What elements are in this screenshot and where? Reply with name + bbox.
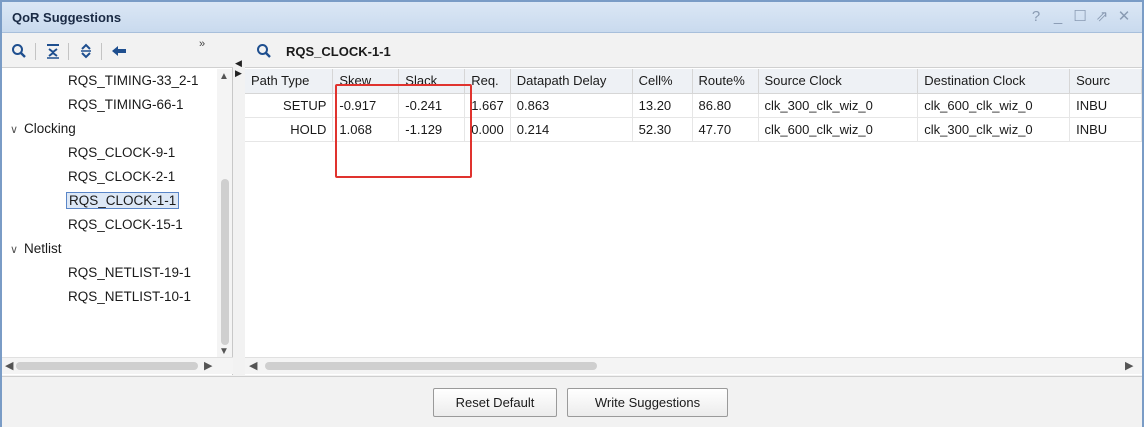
scroll-left-icon[interactable]: ◀	[5, 359, 13, 372]
tree-item-rqs-clock-9-1[interactable]: RQS_CLOCK-9-1	[68, 141, 175, 165]
tree-group-clocking[interactable]: ∨ Clocking	[10, 117, 76, 141]
chevron-down-icon[interactable]: ∨	[10, 238, 24, 262]
tree-item-rqs-timing-33-2-1[interactable]: RQS_TIMING-33_2-1	[68, 69, 199, 93]
toolbar-separator	[35, 43, 36, 60]
toolbar-separator	[101, 43, 102, 60]
cell-destination-clock: clk_300_clk_wiz_0	[917, 117, 1071, 142]
suggestions-tree: RQS_TIMING-33_2-1 RQS_TIMING-66-1 ∨ Clock…	[2, 69, 217, 357]
tree-item-rqs-clock-15-1[interactable]: RQS_CLOCK-15-1	[68, 213, 183, 237]
cell-source-clock: clk_600_clk_wiz_0	[758, 117, 919, 142]
scroll-left-icon[interactable]: ◀	[249, 359, 257, 372]
scroll-right-icon[interactable]: ▶	[1125, 359, 1133, 372]
cell-datapath-delay: 0.214	[510, 117, 633, 142]
scroll-up-icon[interactable]: ▲	[219, 71, 229, 82]
tree-item-rqs-clock-1-1[interactable]: RQS_CLOCK-1-1	[66, 189, 180, 213]
cell-source-clock: clk_300_clk_wiz_0	[758, 93, 919, 118]
cell-source: INBU	[1069, 117, 1142, 142]
table-horizontal-scrollbar[interactable]: ◀ ▶	[245, 357, 1142, 374]
button-bar: Reset Default Write Suggestions	[2, 376, 1142, 427]
column-header-cell-pct[interactable]: Cell%	[632, 69, 693, 94]
cell-cell-pct: 13.20	[632, 93, 693, 118]
tree-item-rqs-netlist-10-1[interactable]: RQS_NETLIST-10-1	[68, 285, 191, 309]
write-suggestions-button[interactable]: Write Suggestions	[567, 388, 728, 417]
close-icon[interactable]: ✕	[1114, 6, 1134, 28]
tree-item-rqs-netlist-19-1[interactable]: RQS_NETLIST-19-1	[68, 261, 191, 285]
cell-source: INBU	[1069, 93, 1142, 118]
cell-datapath-delay: 0.863	[510, 93, 633, 118]
back-arrow-icon[interactable]	[108, 40, 130, 62]
qor-suggestions-window: QoR Suggestions ? _ ☐ ⇗ ✕ » RQS_TIMING-3…	[0, 0, 1144, 427]
column-header-datapath-delay[interactable]: Datapath Delay	[510, 69, 633, 94]
cell-path-type: HOLD	[245, 117, 334, 142]
search-icon[interactable]	[253, 40, 275, 62]
column-header-destination-clock[interactable]: Destination Clock	[917, 69, 1071, 94]
scrollbar-thumb[interactable]	[265, 362, 597, 370]
suggestions-tree-pane: » RQS_TIMING-33_2-1 RQS_TIMING-66-1 ∨ Clo…	[2, 34, 233, 375]
column-header-source[interactable]: Sourc	[1069, 69, 1142, 94]
tree-item-rqs-timing-66-1[interactable]: RQS_TIMING-66-1	[68, 93, 184, 117]
cell-cell-pct: 52.30	[632, 117, 693, 142]
cell-path-type: SETUP	[245, 93, 334, 118]
window-title: QoR Suggestions	[12, 10, 122, 25]
scrollbar-thumb[interactable]	[221, 179, 229, 345]
collapse-all-icon[interactable]	[42, 40, 64, 62]
cell-route-pct: 86.80	[692, 93, 759, 118]
cell-destination-clock: clk_600_clk_wiz_0	[917, 93, 1071, 118]
scroll-down-icon[interactable]: ▼	[219, 346, 229, 357]
maximize-icon[interactable]: ☐	[1070, 6, 1090, 28]
title-bar: QoR Suggestions ? _ ☐ ⇗ ✕	[2, 2, 1142, 33]
scrollbar-thumb[interactable]	[16, 362, 198, 370]
tree-vertical-scrollbar[interactable]: ▲ ▼	[217, 69, 232, 357]
tree-toolbar: »	[2, 34, 233, 68]
cell-route-pct: 47.70	[692, 117, 759, 142]
reset-default-button[interactable]: Reset Default	[433, 388, 557, 417]
suggestion-title: RQS_CLOCK-1-1	[286, 44, 391, 59]
help-icon[interactable]: ?	[1026, 6, 1046, 28]
detail-header: RQS_CLOCK-1-1	[245, 34, 1142, 68]
tree-group-netlist[interactable]: ∨ Netlist	[10, 237, 62, 261]
tree-horizontal-scrollbar[interactable]: ◀ ▶	[2, 357, 233, 374]
minimize-icon[interactable]: _	[1048, 6, 1068, 28]
column-header-source-clock[interactable]: Source Clock	[758, 69, 919, 94]
more-tools-icon[interactable]: »	[199, 38, 205, 50]
float-icon[interactable]: ⇗	[1092, 6, 1112, 28]
pane-splitter[interactable]: ◀ ▶	[235, 58, 242, 78]
expand-all-icon[interactable]	[75, 40, 97, 62]
chevron-down-icon[interactable]: ∨	[10, 118, 24, 142]
column-header-path-type[interactable]: Path Type	[245, 69, 334, 94]
tree-item-rqs-clock-2-1[interactable]: RQS_CLOCK-2-1	[68, 165, 175, 189]
scroll-right-icon[interactable]: ▶	[204, 359, 212, 372]
skew-slack-highlight-box	[335, 84, 472, 178]
search-icon[interactable]	[8, 40, 30, 62]
toolbar-separator	[68, 43, 69, 60]
window-controls: ? _ ☐ ⇗ ✕	[1026, 6, 1134, 28]
column-header-route-pct[interactable]: Route%	[692, 69, 759, 94]
